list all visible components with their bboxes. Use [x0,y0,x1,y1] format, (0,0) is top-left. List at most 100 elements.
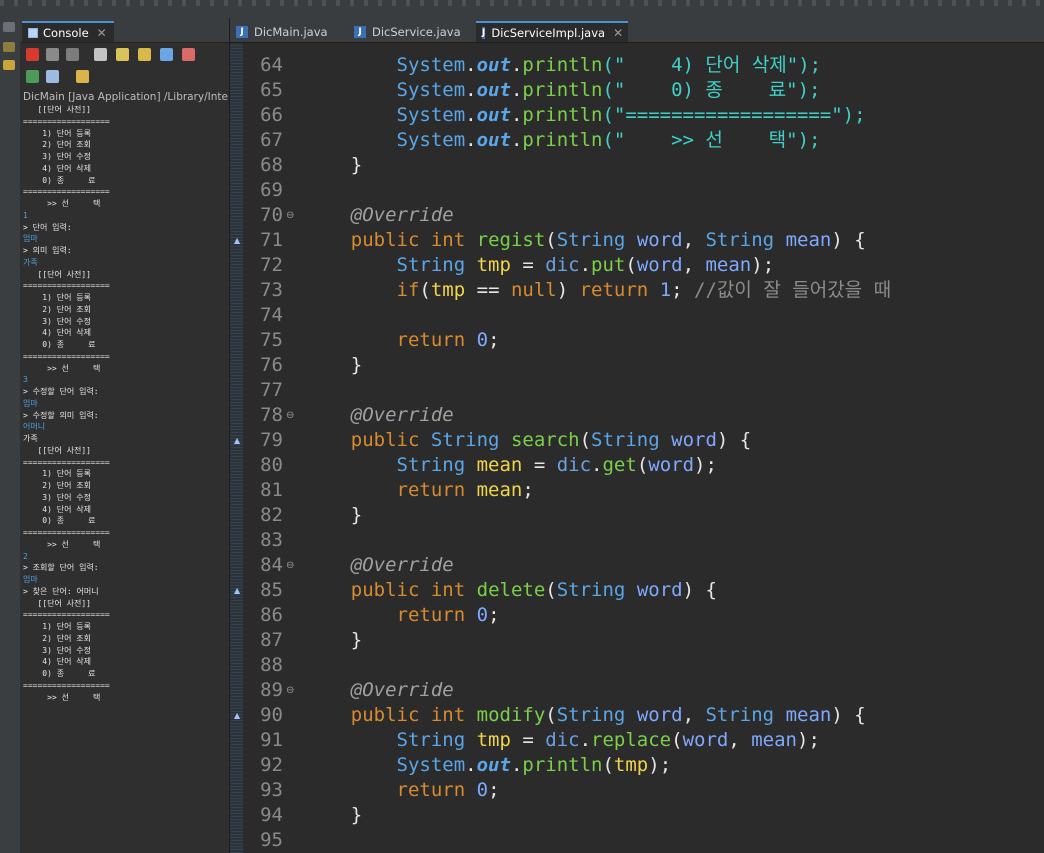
code-token: mean [476,454,523,476]
console-output-line: > 조회할 단어 입력: [23,563,99,573]
close-icon[interactable]: ✕ [613,26,623,40]
editor-tab-label: DicMain.java [254,24,328,39]
minimize-icon[interactable] [3,22,15,32]
code-token: tmp [430,279,466,301]
code-line: System.out.println(tmp); [305,753,672,778]
code-token: mean [785,704,832,726]
console-output-line: ================== [23,610,110,620]
override-marker-icon[interactable]: ▲ [234,228,240,253]
code-token: println [522,54,603,76]
tab-dicservice-java[interactable]: J DicService.java [348,21,474,42]
code-token: int [430,704,466,726]
line-number: 77 [260,379,283,401]
editor-tab-label: DicService.java [372,24,461,39]
code-token: ; [488,604,500,626]
console-input-line: 1 [23,210,28,220]
code-token: (" 4) 단어 삭제"); [602,54,822,76]
open-console-icon[interactable] [76,70,89,83]
fold-toggle-icon[interactable]: ⊖ [286,553,294,578]
tab-dicserviceimpl-java[interactable]: J DicServiceImpl.java ✕ [476,21,628,42]
code-token: return [396,604,466,626]
code-token: word [682,729,729,751]
outline-icon[interactable] [3,60,15,70]
fold-toggle-icon[interactable]: ⊖ [286,403,294,428]
console-output-line: 4) 단어 삭제 [23,504,91,514]
line-number: 78 [260,404,283,426]
display-console-icon[interactable] [46,70,59,83]
code-line: System.out.println("==================")… [305,103,866,128]
package-explorer-icon[interactable] [3,42,15,52]
console-output-line: ================== [23,680,110,690]
code-token: String [591,429,660,451]
console-view: Console ✕ DicMain [Java Application] /Li… [20,18,230,853]
console-output-line: >> 선 택 [23,539,101,549]
java-file-icon: J [354,25,366,38]
show-on-error-icon[interactable] [182,48,195,61]
code-token: String [705,229,775,251]
close-icon[interactable]: ✕ [97,26,107,40]
code-token: dic [545,254,580,276]
line-number: 70 [260,204,283,226]
override-marker-icon[interactable]: ▲ [234,578,240,603]
pin-console-icon[interactable] [26,70,39,83]
tab-console[interactable]: Console ✕ [22,21,114,42]
fold-toggle-icon[interactable]: ⊖ [286,203,294,228]
line-number: 90 [260,704,283,726]
word-wrap-icon[interactable] [138,48,151,61]
code-token: public [350,704,420,726]
code-line: String mean = dic.get(word); [305,453,717,478]
code-token: ( [545,704,557,726]
tab-dicmain-java[interactable]: J DicMain.java [230,21,346,42]
toolbar-dots [0,0,1044,6]
console-output[interactable]: [[단어 사전]] ================== 1) 단어 등록 2) … [23,104,228,703]
line-number: 74 [260,304,283,326]
code-line: return mean; [305,478,534,503]
code-token: null [510,279,557,301]
code-line: System.out.println(" 4) 단어 삭제"); [305,53,822,78]
code-token: search [510,429,580,451]
remove-all-icon[interactable] [66,48,79,61]
code-token: . [465,129,477,151]
code-token: println [522,129,603,151]
code-token: ( [579,429,592,451]
show-on-output-icon[interactable] [160,48,173,61]
code-token: dic [545,729,580,751]
fold-toggle-icon[interactable]: ⊖ [286,678,294,703]
terminate-icon[interactable] [26,48,39,61]
scroll-lock-icon[interactable] [116,48,129,61]
remove-launch-icon[interactable] [46,48,59,61]
console-output-line: > 단어 입력: [23,222,72,232]
console-output-line: [[단어 사전]] [23,269,91,279]
code-token: println [522,754,603,776]
clear-console-icon[interactable] [94,48,107,61]
code-token: String [430,429,500,451]
code-token: mean [785,229,832,251]
code-token: out [476,79,511,101]
code-token: ; [488,779,500,801]
override-marker-icon[interactable]: ▲ [234,428,240,453]
line-number: 82 [260,504,283,526]
code-area[interactable]: System.out.println(" 4) 단어 삭제"); System.… [305,43,1044,853]
code-token: int [430,229,466,251]
code-token: if [396,279,420,301]
console-output-line: 4) 단어 삭제 [23,657,91,667]
override-marker-icon[interactable]: ▲ [234,703,240,728]
code-token: out [476,129,511,151]
code-token: String [556,229,626,251]
line-number: 72 [260,254,283,276]
